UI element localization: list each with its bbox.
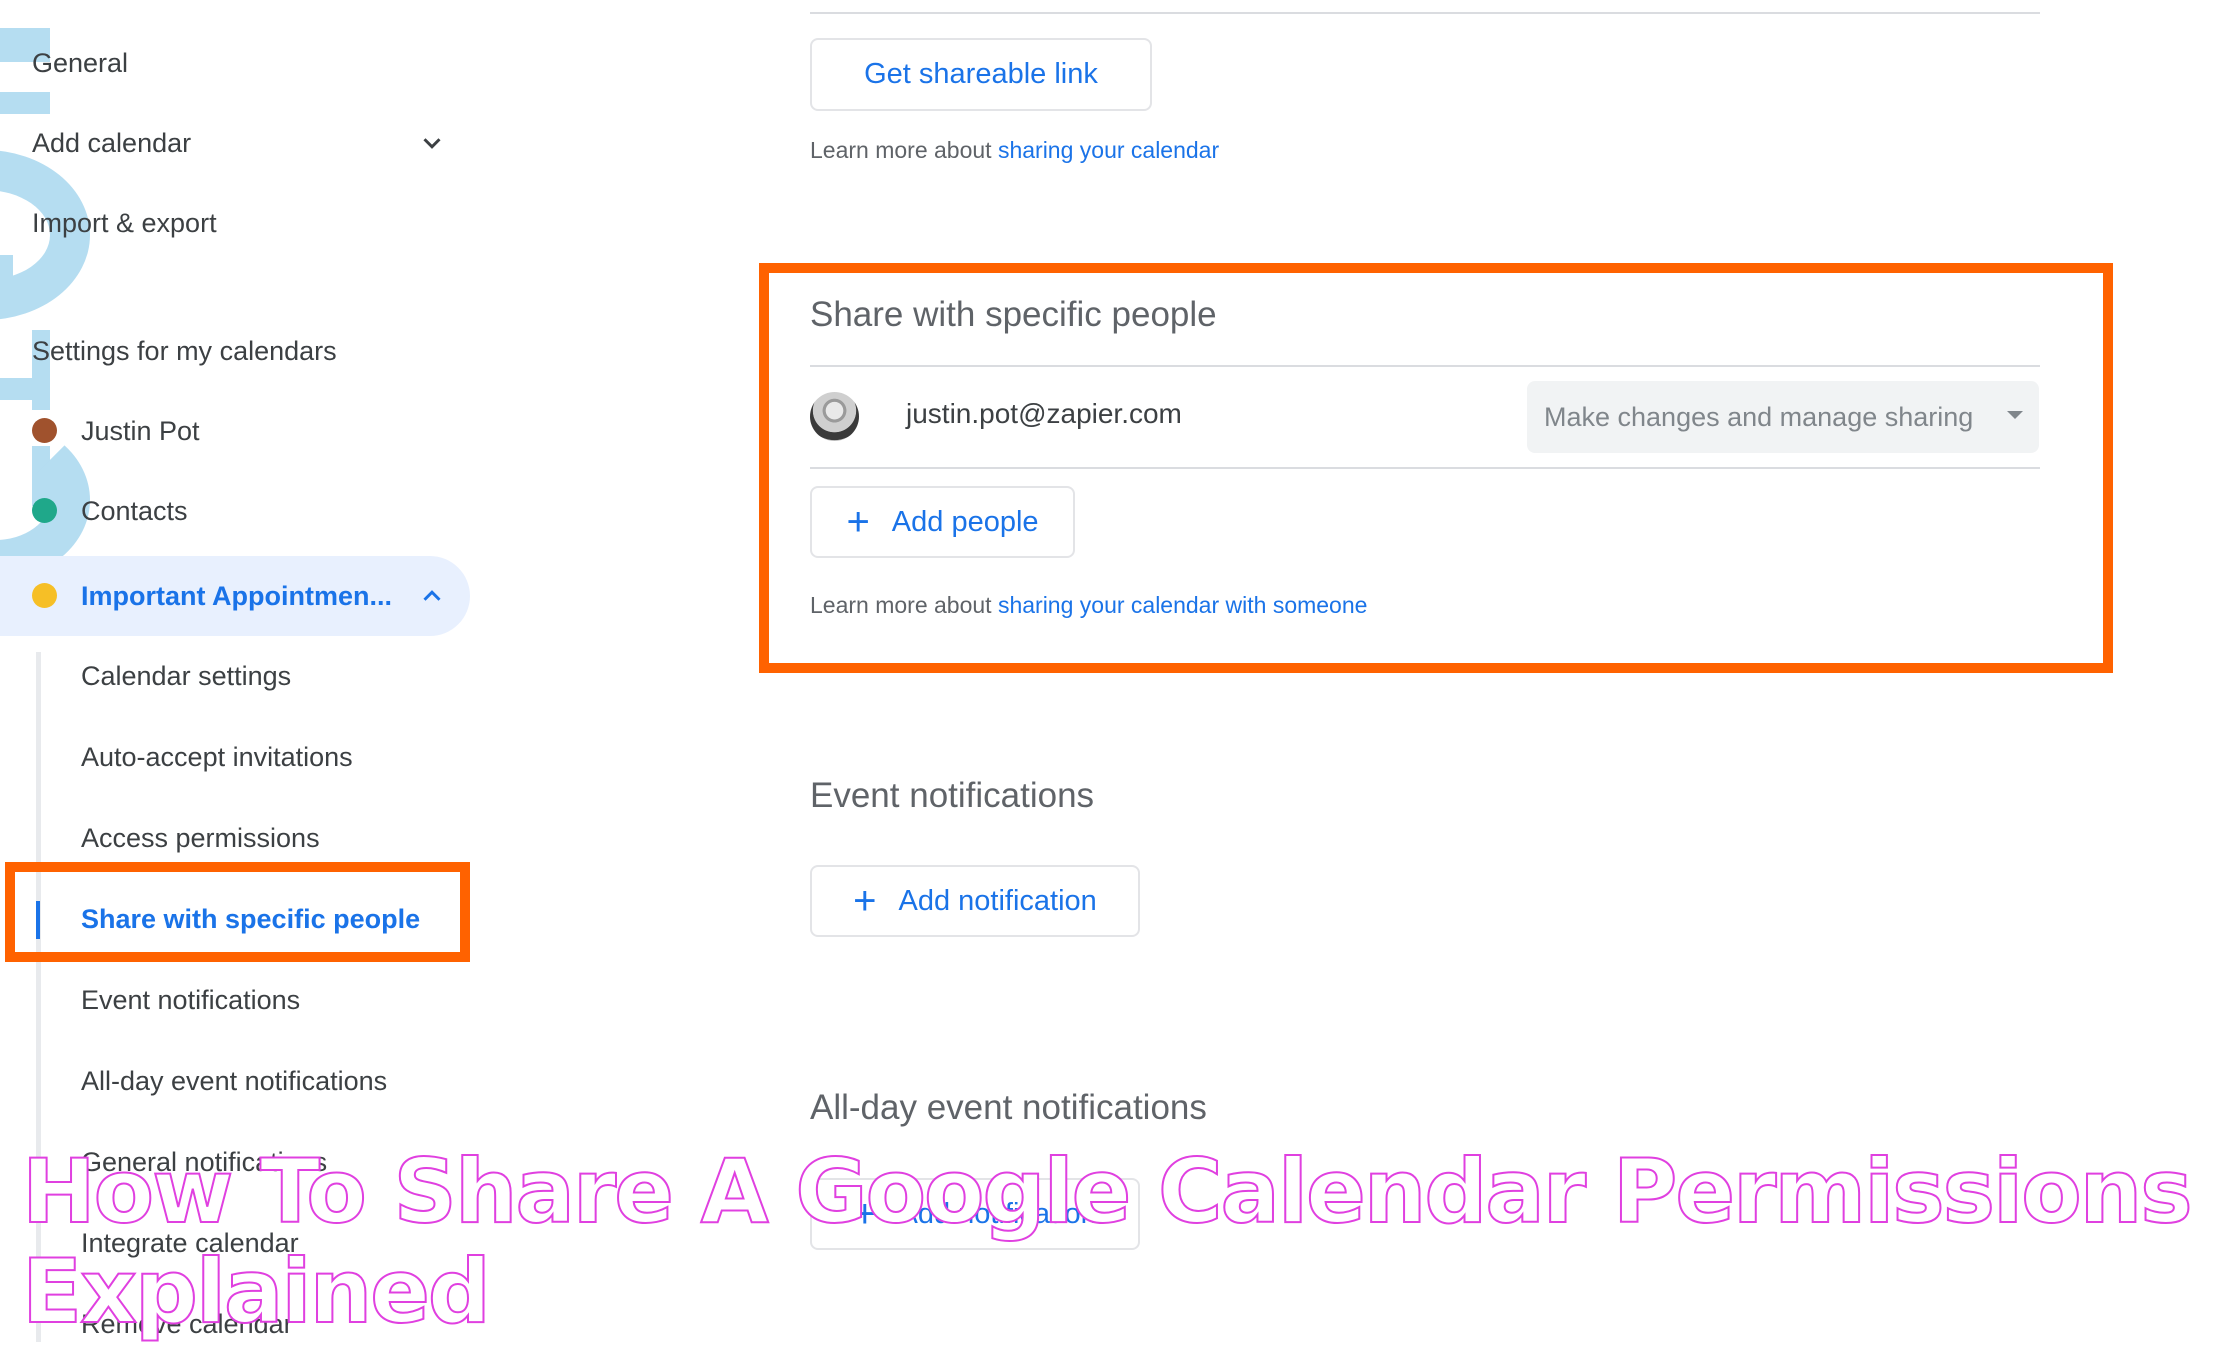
- learn-more-sharing: Learn more about sharing your calendar: [810, 137, 1219, 164]
- plus-icon: +: [853, 879, 877, 923]
- chevron-up-icon[interactable]: [417, 581, 447, 611]
- watermark-shape: [0, 255, 13, 315]
- sidebar-item-allday-notifications[interactable]: All-day event notifications: [81, 1063, 387, 1099]
- add-event-notification-button[interactable]: + Add notification: [810, 865, 1140, 937]
- chevron-down-icon[interactable]: [417, 128, 447, 158]
- sidebar-item-calendar-settings[interactable]: Calendar settings: [81, 658, 291, 694]
- sidebar-item-general[interactable]: General: [32, 45, 128, 81]
- overlay-title-line2: Explained: [21, 1240, 492, 1343]
- calendar-color-dot: [32, 583, 57, 608]
- sharing-calendar-link[interactable]: sharing your calendar: [998, 137, 1219, 163]
- button-label: Get shareable link: [864, 58, 1098, 90]
- button-label: Add notification: [898, 884, 1097, 917]
- sidebar-item-auto-accept[interactable]: Auto-accept invitations: [81, 739, 353, 775]
- annotation-box-sidebar: [5, 862, 470, 962]
- get-shareable-link-button[interactable]: Get shareable link: [810, 38, 1152, 111]
- calendar-color-dot: [32, 498, 57, 523]
- sidebar-item-import-export[interactable]: Import & export: [32, 205, 217, 241]
- sidebar-calendar-justin-pot[interactable]: Justin Pot: [81, 413, 200, 449]
- section-divider: [810, 12, 2040, 14]
- allday-notifications-title: All-day event notifications: [810, 1088, 1207, 1127]
- calendar-color-dot: [32, 418, 57, 443]
- sidebar-item-add-calendar[interactable]: Add calendar: [32, 125, 191, 161]
- sidebar-item-event-notifications[interactable]: Event notifications: [81, 982, 300, 1018]
- annotation-box-main: [759, 263, 2113, 673]
- sidebar-section-title: Settings for my calendars: [32, 336, 337, 366]
- sidebar-calendar-contacts[interactable]: Contacts: [81, 493, 188, 529]
- event-notifications-title: Event notifications: [810, 776, 1095, 815]
- watermark-shape: [0, 92, 50, 114]
- sidebar-item-access-permissions[interactable]: Access permissions: [81, 820, 320, 856]
- sidebar-calendar-label[interactable]: Important Appointmen...: [81, 578, 392, 614]
- learn-more-prefix: Learn more about: [810, 137, 998, 163]
- watermark-shape: [0, 378, 50, 400]
- overlay-title-line1: How To Share A Google Calendar Permissio…: [21, 1140, 2194, 1243]
